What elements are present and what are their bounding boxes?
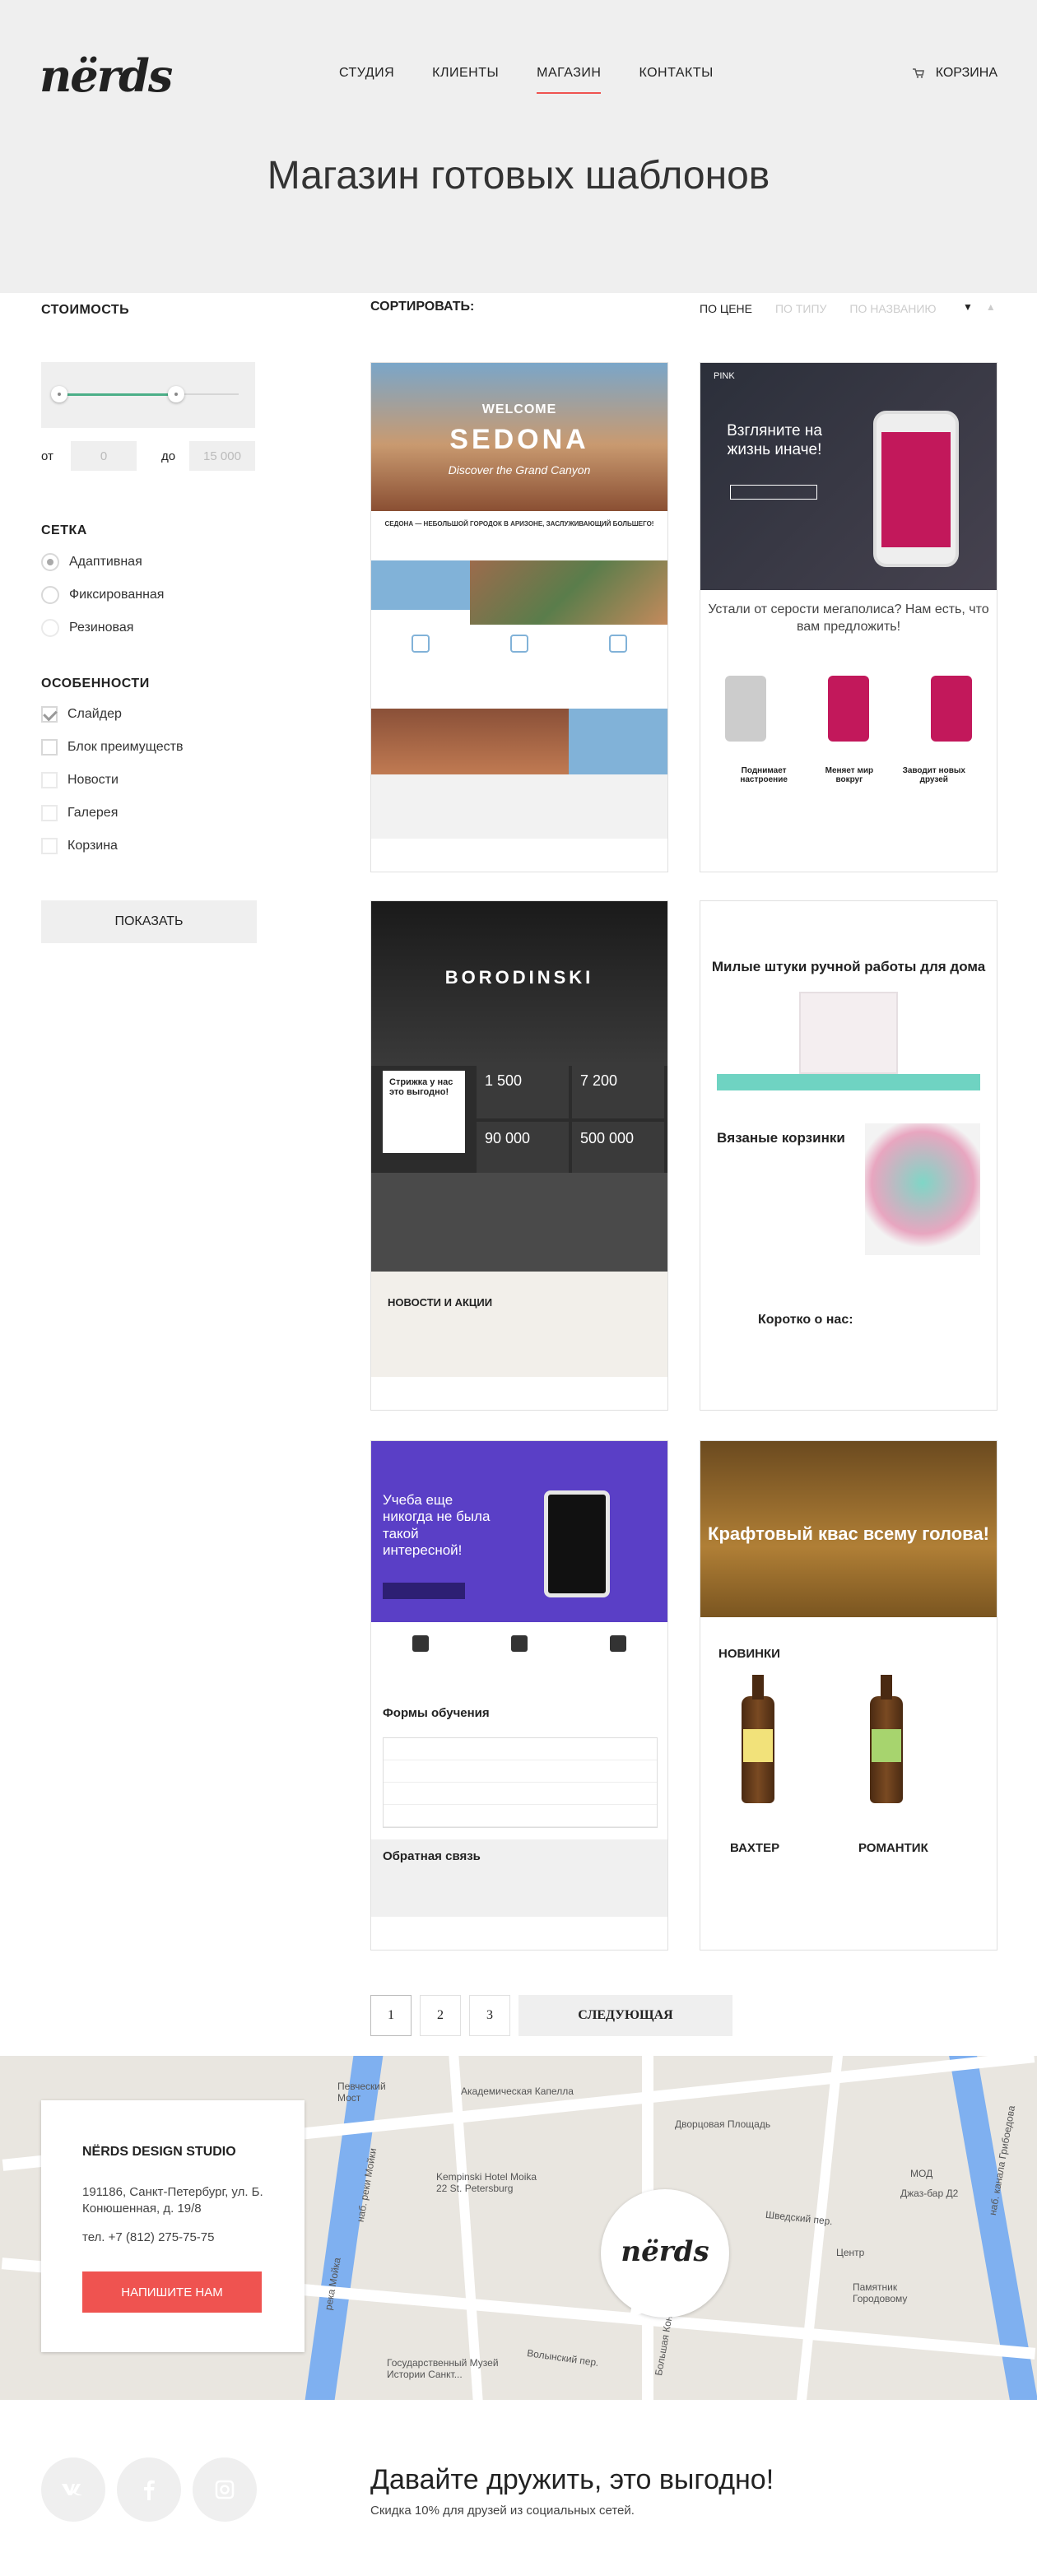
company-address: 191186, Санкт-Петербург, ул. Б. Конюшенн…: [82, 2185, 263, 2216]
price-range-slider[interactable]: [41, 362, 255, 428]
bottle-image: [870, 1675, 903, 1803]
template-card-knit[interactable]: Милые штуки ручной работы для дома Вязан…: [700, 900, 997, 1411]
checkbox-icon: [41, 772, 58, 788]
house-icon: [412, 635, 430, 653]
nav-shop[interactable]: Магазин: [537, 66, 602, 94]
map-pin[interactable]: nërds: [601, 2189, 729, 2318]
template-card-sedona[interactable]: WELCOME SEDONA Discover the Grand Canyon…: [370, 362, 668, 872]
show-button[interactable]: Показать: [41, 900, 257, 943]
feature-cart[interactable]: Корзина: [41, 838, 118, 854]
from-label: от: [41, 449, 53, 463]
feature-benefits[interactable]: Блок преимуществ: [41, 739, 183, 756]
template-card-borodinski[interactable]: BORODINSKI Стрижка у нас это выгодно! 1 …: [370, 900, 668, 1411]
company-name: Nërds Design Studio: [82, 2145, 236, 2159]
page-2-button[interactable]: 2: [420, 1995, 461, 2036]
sort-by-name[interactable]: По названию: [849, 302, 936, 315]
sort-desc-icon[interactable]: ▼: [963, 301, 973, 313]
cart-link[interactable]: Корзина: [912, 66, 997, 81]
template-card-education[interactable]: Учеба еще никогда не была такой интересн…: [370, 1440, 668, 1951]
page-3-button[interactable]: 3: [469, 1995, 510, 2036]
calendar-icon: [412, 1635, 429, 1652]
nav-contacts[interactable]: Контакты: [639, 66, 713, 94]
template-preview-pink: PINK Взгляните на жизнь иначе! Устали от…: [700, 363, 997, 839]
pagination: 1 2 3 Следующая: [370, 1995, 732, 2036]
nav-clients[interactable]: Клиенты: [432, 66, 499, 94]
template-preview-kvass: Крафтовый квас всему голова! НОВИНКИ ВАХ…: [700, 1441, 997, 1917]
tablet-image: [544, 1490, 610, 1597]
range-handle-max[interactable]: [168, 386, 184, 402]
footer-title: Давайте дружить, это выгодно!: [370, 2464, 774, 2495]
price-inputs: от до: [41, 441, 257, 471]
sort-by-price[interactable]: По цене: [700, 302, 752, 315]
checkbox-icon: [41, 805, 58, 821]
checkbox-checked-icon: [41, 706, 58, 723]
site-logo[interactable]: nërds: [40, 49, 173, 102]
radio-icon: [41, 586, 59, 604]
checkbox-icon: [41, 838, 58, 854]
site-footer: Давайте дружить, это выгодно! Скидка 10%…: [0, 2400, 1037, 2576]
sort-options: По цене По типу По названию: [700, 302, 937, 315]
features-heading: Особенности: [41, 677, 150, 690]
template-preview-borodinski: BORODINSKI Стрижка у нас это выгодно! 1 …: [371, 901, 667, 1377]
write-us-button[interactable]: Напишите нам: [82, 2271, 262, 2313]
contact-card: Nërds Design Studio 191186, Санкт-Петерб…: [41, 2100, 305, 2352]
feature-gallery[interactable]: Галерея: [41, 805, 118, 821]
template-preview-education: Учеба еще никогда не была такой интересн…: [371, 1441, 667, 1917]
sort-direction: ▼ ▲: [963, 301, 996, 313]
checkbox-icon: [41, 739, 58, 756]
template-preview-sedona: WELCOME SEDONA Discover the Grand Canyon…: [371, 363, 667, 839]
template-card-pink[interactable]: PINK Взгляните на жизнь иначе! Устали от…: [700, 362, 997, 872]
main-nav: Студия Клиенты Магазин Контакты: [339, 66, 714, 94]
sort-label: Сортировать:: [370, 300, 475, 314]
template-preview-knit: Милые штуки ручной работы для дома Вязан…: [700, 901, 997, 1377]
footer-subtitle: Скидка 10% для друзей из социальных сете…: [370, 2504, 635, 2518]
laptop-icon: [610, 1635, 626, 1652]
feature-news[interactable]: Новости: [41, 772, 119, 788]
range-fill: [59, 393, 176, 396]
sort-asc-icon[interactable]: ▲: [986, 301, 996, 313]
radio-icon: [41, 619, 59, 637]
radio-checked-icon: [41, 553, 59, 571]
price-from-input[interactable]: [71, 441, 137, 471]
phone-image: [873, 411, 959, 567]
vk-icon[interactable]: [41, 2457, 105, 2522]
grid-heading: Сетка: [41, 523, 87, 537]
facebook-icon[interactable]: [117, 2457, 181, 2522]
location-map[interactable]: Академическая Капелла Дворцовая Площадь …: [0, 2056, 1037, 2400]
instagram-icon[interactable]: [193, 2457, 257, 2522]
template-card-kvass[interactable]: Крафтовый квас всему голова! НОВИНКИ ВАХ…: [700, 1440, 997, 1951]
food-icon: [510, 635, 528, 653]
river-moika: [305, 2056, 384, 2400]
page-title: Магазин готовых шаблонов: [267, 154, 770, 198]
pin-logo: nërds: [621, 2235, 709, 2268]
cart-label: Корзина: [935, 66, 997, 80]
cart-icon: [912, 68, 924, 78]
grid-option-adaptive[interactable]: Адаптивная: [41, 553, 142, 571]
grid-option-fluid[interactable]: Резиновая: [41, 619, 133, 637]
feature-slider[interactable]: Слайдер: [41, 706, 122, 723]
page-1-button[interactable]: 1: [370, 1995, 412, 2036]
to-label: до: [161, 449, 176, 463]
bottle-image: [742, 1675, 774, 1803]
gift-icon: [609, 635, 627, 653]
company-phone: тел. +7 (812) 275-75-75: [82, 2230, 215, 2244]
price-heading: Стоимость: [41, 303, 130, 317]
price-to-input[interactable]: [189, 441, 255, 471]
range-handle-min[interactable]: [51, 386, 67, 402]
tools-icon: [511, 1635, 528, 1652]
sort-by-type[interactable]: По типу: [775, 302, 826, 315]
grid-option-fixed[interactable]: Фиксированная: [41, 586, 164, 604]
site-header: nërds Студия Клиенты Магазин Контакты Ко…: [0, 0, 1037, 293]
next-page-button[interactable]: Следующая: [518, 1995, 732, 2036]
nav-studio[interactable]: Студия: [339, 66, 394, 94]
